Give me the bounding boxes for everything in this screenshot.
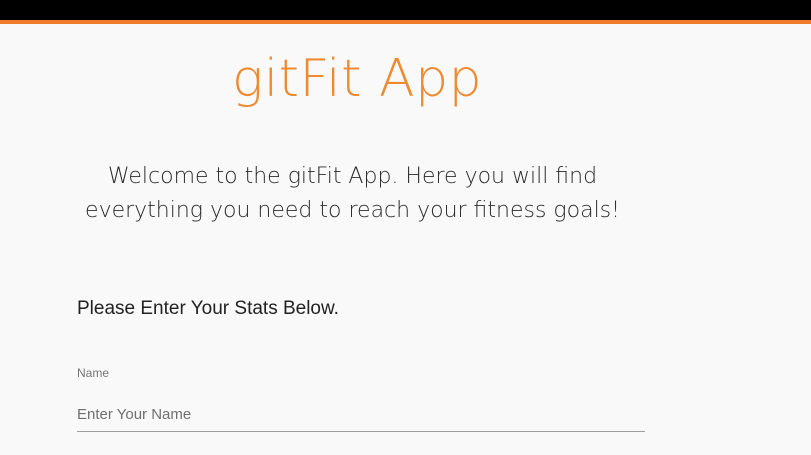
stats-form-heading: Please Enter Your Stats Below. — [77, 298, 339, 319]
app-title: gitFit App — [232, 49, 483, 109]
top-bar — [0, 0, 811, 20]
top-accent-stripe — [0, 20, 811, 24]
welcome-message: Welcome to the gitFit App. Here you will… — [85, 164, 620, 223]
name-field-label: Name — [77, 366, 110, 380]
name-input[interactable] — [77, 398, 645, 432]
